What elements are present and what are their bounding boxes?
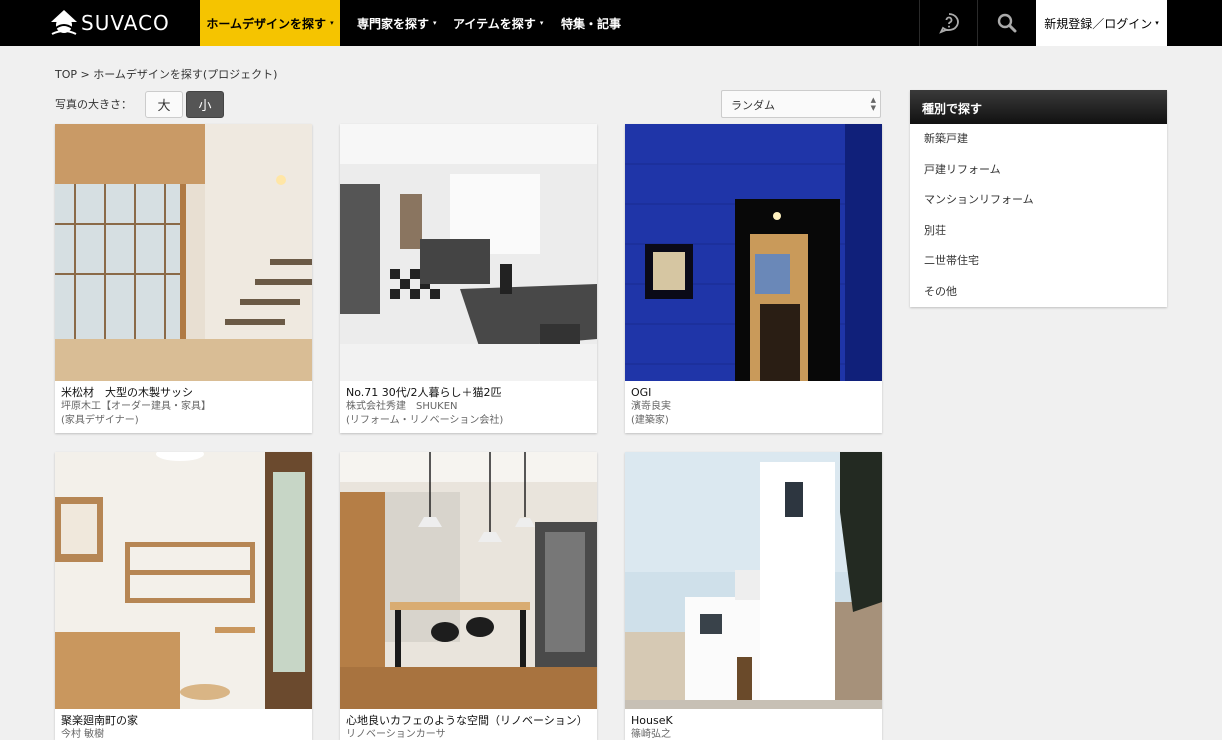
project-company[interactable]: 篠崎弘之 [631, 728, 876, 740]
project-role: (建築家) [631, 415, 669, 426]
sidebar-item-mansion-reform[interactable]: マンションリフォーム [910, 185, 1167, 216]
sidebar-item-house-reform[interactable]: 戸建リフォーム [910, 155, 1167, 186]
help-icon [938, 13, 959, 34]
logo-text: SUVACO [81, 11, 170, 35]
top-navigation-bar: SUVACO ホームデザインを探す ▾ 専門家を探す ▾ アイテムを探す ▾ 特集・記… [0, 0, 1222, 46]
suvaco-logo[interactable]: SUVACO [50, 6, 170, 40]
project-company[interactable]: リノベーションカーサ [346, 728, 591, 740]
caret-down-icon: ▾ [539, 19, 544, 27]
project-title[interactable]: OGI [631, 386, 876, 400]
category-sidebar: 種別で探す 新築戸建 戸建リフォーム マンションリフォーム 別荘 二世帯住宅 そ… [910, 90, 1167, 307]
project-company[interactable]: 濱嵜良実 [631, 400, 876, 414]
project-title[interactable]: No.71 30代/2人暮らし＋猫2匹 [346, 386, 591, 400]
caret-down-icon: ▾ [433, 19, 437, 27]
project-card[interactable]: No.71 30代/2人暮らし＋猫2匹 株式会社秀建 SHUKEN (リフォーム… [340, 124, 597, 433]
nav-experts-label: 専門家を探す [357, 16, 430, 31]
project-title[interactable]: 米松材 大型の木製サッシ [61, 386, 306, 400]
project-company[interactable]: 坪原木工【オーダー建具・家具】 [61, 400, 306, 414]
project-role: (リフォーム・リノベーション会社) [346, 415, 504, 426]
project-card[interactable]: 心地良いカフェのような空間（リノベーション） リノベーションカーサ [340, 452, 597, 740]
project-photo[interactable] [625, 124, 882, 381]
project-company[interactable]: 株式会社秀建 SHUKEN [346, 400, 591, 414]
sidebar-item-new-house[interactable]: 新築戸建 [910, 124, 1167, 155]
caret-down-icon: ▾ [1155, 19, 1159, 27]
house-logo-icon [51, 10, 77, 35]
sidebar-item-other[interactable]: その他 [910, 277, 1167, 308]
nav-items-label: アイテムを探す [453, 16, 536, 31]
nav-features-label: 特集・記事 [561, 16, 622, 31]
project-card[interactable]: HouseK 篠崎弘之 [625, 452, 882, 740]
help-button[interactable] [919, 0, 977, 46]
project-photo[interactable] [340, 452, 597, 709]
photo-size-large-button[interactable]: 大 [145, 91, 183, 118]
sort-selected-value: ランダム [731, 99, 775, 112]
project-photo[interactable] [55, 452, 312, 709]
sidebar-item-two-family-house[interactable]: 二世帯住宅 [910, 246, 1167, 277]
project-photo[interactable] [625, 452, 882, 709]
project-photo[interactable] [340, 124, 597, 381]
project-card[interactable]: OGI 濱嵜良実 (建築家) [625, 124, 882, 433]
nav-items[interactable]: アイテムを探す ▾ [453, 0, 543, 46]
login-label: 新規登録／ログイン [1044, 16, 1153, 31]
caret-down-icon: ▾ [330, 19, 334, 27]
project-card[interactable]: 米松材 大型の木製サッシ 坪原木工【オーダー建具・家具】 (家具デザイナー) [55, 124, 312, 433]
project-title[interactable]: 心地良いカフェのような空間（リノベーション） [346, 714, 591, 728]
sort-select[interactable]: ランダム ▲ ▼ [721, 90, 881, 118]
sidebar-title: 種別で探す [910, 90, 1167, 124]
photo-size-small-button[interactable]: 小 [186, 91, 224, 118]
sidebar-item-villa[interactable]: 別荘 [910, 216, 1167, 247]
project-title[interactable]: HouseK [631, 714, 876, 728]
project-photo[interactable] [55, 124, 312, 381]
photo-size-label: 写真の大きさ： [55, 98, 132, 111]
project-card[interactable]: 聚楽廻南町の家 今村 敏樹 [55, 452, 312, 740]
search-button[interactable] [977, 0, 1035, 46]
nav-experts[interactable]: 専門家を探す ▾ [357, 0, 437, 46]
project-title[interactable]: 聚楽廻南町の家 [61, 714, 306, 728]
project-company[interactable]: 今村 敏樹 [61, 728, 306, 740]
login-button[interactable]: 新規登録／ログイン ▾ [1036, 0, 1167, 46]
project-role: (家具デザイナー) [61, 415, 139, 426]
nav-home-design-label: ホームデザインを探す [206, 16, 327, 31]
select-arrows-icon: ▲ ▼ [870, 96, 876, 112]
nav-features[interactable]: 特集・記事 [561, 0, 621, 46]
nav-home-design[interactable]: ホームデザインを探す ▾ [200, 0, 340, 46]
breadcrumb[interactable]: TOP > ホームデザインを探す(プロジェクト) [55, 66, 277, 82]
search-icon [997, 13, 1016, 33]
